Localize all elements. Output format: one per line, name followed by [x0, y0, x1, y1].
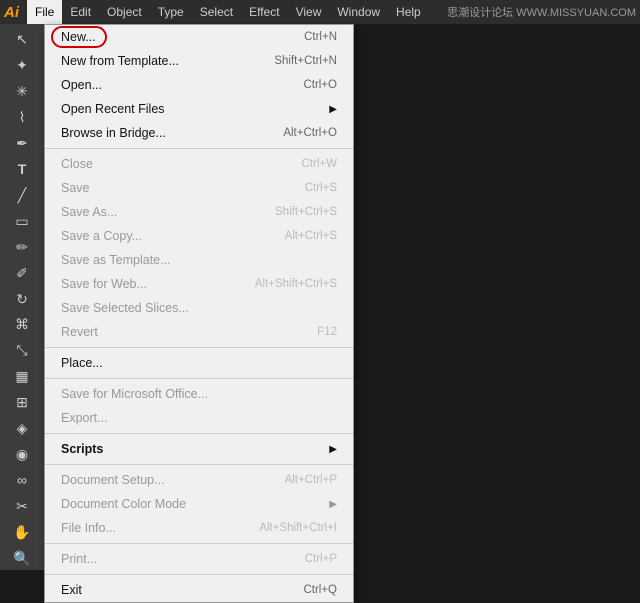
separator-7 [45, 574, 353, 575]
separator-3 [45, 378, 353, 379]
tool-scale[interactable]: ⤡ [9, 339, 35, 363]
tool-direct-selection[interactable]: ✦ [9, 54, 35, 78]
menu-bar: Ai File Edit Object Type Select Effect V… [0, 0, 640, 24]
tool-rect[interactable]: ▭ [9, 209, 35, 233]
menu-item-save-as[interactable]: Save As... Shift+Ctrl+S [45, 200, 353, 224]
menu-type[interactable]: Type [150, 0, 192, 24]
menu-item-open[interactable]: Open... Ctrl+O [45, 73, 353, 97]
tool-warp[interactable]: ⌘ [9, 313, 35, 337]
menu-window[interactable]: Window [329, 0, 388, 24]
menu-edit[interactable]: Edit [62, 0, 99, 24]
tool-eyedropper[interactable]: ◉ [9, 443, 35, 467]
menu-effect[interactable]: Effect [241, 0, 287, 24]
separator-5 [45, 464, 353, 465]
menu-object[interactable]: Object [99, 0, 150, 24]
tool-magic-wand[interactable]: ✳ [9, 80, 35, 104]
tool-selection[interactable]: ↖ [9, 28, 35, 52]
tool-lasso[interactable]: ⌇ [9, 106, 35, 130]
tool-mesh[interactable]: ⊞ [9, 391, 35, 415]
menu-item-new-from-template[interactable]: New from Template... Shift+Ctrl+N [45, 49, 353, 73]
tool-line[interactable]: ╱ [9, 183, 35, 207]
separator-2 [45, 347, 353, 348]
menu-item-close[interactable]: Close Ctrl+W [45, 152, 353, 176]
menu-item-save-copy[interactable]: Save a Copy... Alt+Ctrl+S [45, 224, 353, 248]
menu-item-place[interactable]: Place... [45, 351, 353, 375]
menu-item-save-ms-office[interactable]: Save for Microsoft Office... [45, 382, 353, 406]
menu-help[interactable]: Help [388, 0, 429, 24]
menu-item-browse-bridge[interactable]: Browse in Bridge... Alt+Ctrl+O [45, 121, 353, 145]
tool-pen[interactable]: ✒ [9, 132, 35, 156]
new-label: New... [61, 30, 96, 44]
separator-1 [45, 148, 353, 149]
watermark: 思潮设计论坛 WWW.MISSYUAN.COM [447, 4, 636, 20]
tool-zoom[interactable]: 🔍 [9, 546, 35, 570]
scripts-arrow: ▶ [329, 444, 337, 455]
menu-select[interactable]: Select [192, 0, 241, 24]
menu-item-save-template[interactable]: Save as Template... [45, 248, 353, 272]
tool-gradient[interactable]: ◈ [9, 417, 35, 441]
new-shortcut: Ctrl+N [304, 31, 337, 43]
menu-item-export[interactable]: Export... [45, 406, 353, 430]
menu-view[interactable]: View [288, 0, 330, 24]
menu-file[interactable]: File [27, 0, 62, 24]
menu-item-save-slices[interactable]: Save Selected Slices... [45, 296, 353, 320]
tool-pencil[interactable]: ✐ [9, 261, 35, 285]
app-logo: Ai [4, 4, 19, 21]
tool-graph[interactable]: ▦ [9, 365, 35, 389]
menu-item-exit[interactable]: Exit Ctrl+Q [45, 578, 353, 602]
open-recent-arrow: ▶ [329, 104, 337, 115]
color-mode-arrow: ▶ [329, 499, 337, 510]
menu-item-print[interactable]: Print... Ctrl+P [45, 547, 353, 571]
tool-scissors[interactable]: ✂ [9, 494, 35, 518]
separator-6 [45, 543, 353, 544]
tool-type[interactable]: T [9, 158, 35, 182]
tool-hand[interactable]: ✋ [9, 520, 35, 544]
menu-item-scripts[interactable]: Scripts ▶ [45, 437, 353, 461]
tool-blend[interactable]: ∞ [9, 468, 35, 492]
menu-item-file-info[interactable]: File Info... Alt+Shift+Ctrl+I [45, 516, 353, 540]
separator-4 [45, 433, 353, 434]
tool-paintbrush[interactable]: ✏ [9, 235, 35, 259]
menu-item-document-color-mode[interactable]: Document Color Mode ▶ [45, 492, 353, 516]
menu-item-document-setup[interactable]: Document Setup... Alt+Ctrl+P [45, 468, 353, 492]
menu-item-open-recent[interactable]: Open Recent Files ▶ [45, 97, 353, 121]
menu-item-revert[interactable]: Revert F12 [45, 320, 353, 344]
menu-item-save-web[interactable]: Save for Web... Alt+Shift+Ctrl+S [45, 272, 353, 296]
file-dropdown-menu: New... Ctrl+N New from Template... Shift… [44, 24, 354, 603]
menu-item-save[interactable]: Save Ctrl+S [45, 176, 353, 200]
tool-rotate[interactable]: ↻ [9, 287, 35, 311]
left-toolbar: ↖ ✦ ✳ ⌇ ✒ T ╱ ▭ ✏ ✐ ↻ ⌘ ⤡ ▦ ⊞ ◈ ◉ ∞ ✂ ✋ … [0, 24, 44, 570]
menu-item-new[interactable]: New... Ctrl+N [45, 25, 353, 49]
